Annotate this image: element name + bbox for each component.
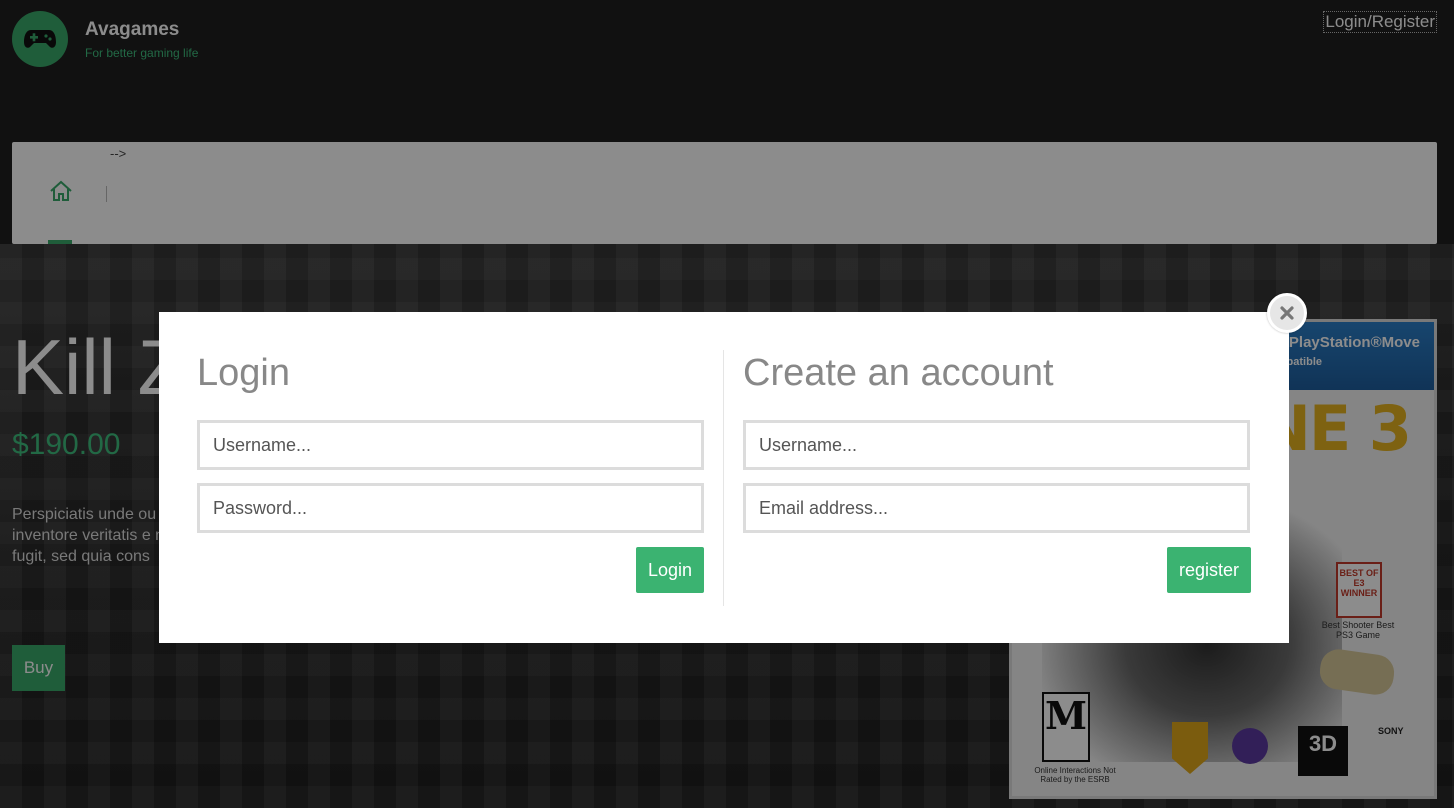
register-button[interactable]: register (1167, 547, 1251, 593)
register-email-input[interactable] (743, 483, 1250, 533)
login-button[interactable]: Login (636, 547, 704, 593)
auth-modal: Login Login Create an account register (159, 312, 1289, 643)
login-password-input[interactable] (197, 483, 704, 533)
modal-divider (723, 350, 724, 606)
page: Avagames For better gaming life Login/Re… (0, 0, 1454, 808)
register-heading: Create an account (743, 352, 1054, 394)
register-username-input[interactable] (743, 420, 1250, 470)
login-heading: Login (197, 352, 290, 394)
login-username-input[interactable] (197, 420, 704, 470)
close-icon[interactable] (1267, 293, 1307, 333)
